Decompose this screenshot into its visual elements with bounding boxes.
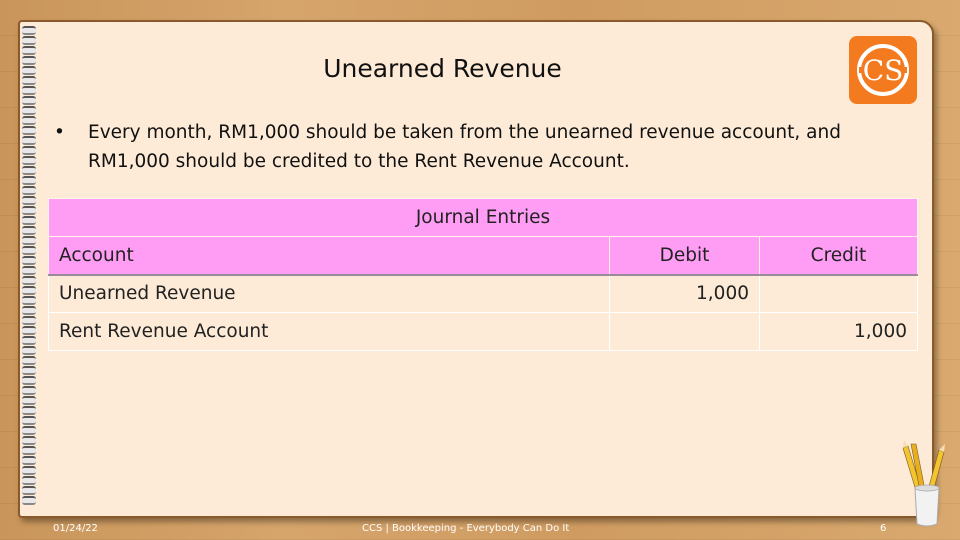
spiral-ring (22, 366, 36, 375)
spiral-ring (22, 186, 36, 195)
row-account: Rent Revenue Account (48, 312, 610, 351)
spiral-ring (22, 386, 36, 395)
spiral-ring (22, 466, 36, 475)
spiral-ring (22, 46, 36, 55)
spiral-ring (22, 316, 36, 325)
spiral-ring (22, 126, 36, 135)
table-row: Unearned Revenue 1,000 (48, 274, 918, 313)
spiral-ring (22, 336, 36, 345)
pencil-cup-icon (902, 440, 945, 527)
spiral-ring (22, 396, 36, 405)
col-header-credit: Credit (759, 236, 918, 276)
col-header-account: Account (48, 236, 610, 276)
spiral-ring (22, 266, 36, 275)
spiral-ring (22, 436, 36, 445)
spiral-ring (22, 356, 36, 365)
spiral-ring (22, 446, 36, 455)
row-credit: 1,000 (759, 312, 918, 351)
spiral-ring (22, 196, 36, 205)
spiral-ring (22, 176, 36, 185)
journal-entries-table: Journal Entries Account Debit Credit Une… (48, 198, 918, 351)
slide-title: Unearned Revenue (323, 54, 562, 83)
spiral-ring (22, 476, 36, 485)
spiral-ring (22, 26, 36, 35)
spiral-ring (22, 486, 36, 495)
spiral-ring (22, 86, 36, 95)
spiral-ring (22, 306, 36, 315)
row-account: Unearned Revenue (48, 274, 610, 313)
spiral-ring (22, 456, 36, 465)
spiral-ring (22, 156, 36, 165)
spiral-ring (22, 76, 36, 85)
ccs-logo-icon: CS (849, 36, 917, 104)
spiral-ring (22, 236, 36, 245)
footer-date: 01/24/22 (53, 523, 98, 534)
spiral-ring (22, 206, 36, 215)
spiral-ring (22, 376, 36, 385)
footer-page-number: 6 (880, 523, 887, 534)
spiral-ring (22, 406, 36, 415)
spiral-ring (22, 226, 36, 235)
footer-center-text: CCS | Bookkeeping - Everybody Can Do It (362, 523, 570, 534)
spiral-ring (22, 286, 36, 295)
spiral-ring (22, 116, 36, 125)
table-caption-row: Journal Entries (48, 198, 918, 237)
svg-text:CS: CS (863, 54, 904, 87)
spiral-ring (22, 66, 36, 75)
spiral-ring (22, 56, 36, 65)
table-row: Rent Revenue Account 1,000 (48, 312, 918, 351)
row-debit: 1,000 (609, 274, 760, 313)
spiral-ring (22, 256, 36, 265)
spiral-ring (22, 246, 36, 255)
row-credit (759, 274, 918, 313)
spiral-ring (22, 96, 36, 105)
col-header-debit: Debit (609, 236, 760, 276)
spiral-ring (22, 36, 36, 45)
spiral-ring (22, 106, 36, 115)
spiral-ring (22, 426, 36, 435)
spiral-ring (22, 416, 36, 425)
spiral-ring (22, 496, 36, 505)
spiral-ring (22, 346, 36, 355)
spiral-binding (18, 26, 42, 512)
table-header-row: Account Debit Credit (48, 236, 918, 276)
spiral-ring (22, 296, 36, 305)
table-caption: Journal Entries (48, 198, 918, 237)
spiral-ring (22, 326, 36, 335)
spiral-ring (22, 136, 36, 145)
spiral-ring (22, 216, 36, 225)
spiral-ring (22, 146, 36, 155)
spiral-ring (22, 276, 36, 285)
row-debit (609, 312, 760, 351)
bullet-dot: • (54, 122, 65, 143)
spiral-ring (22, 166, 36, 175)
bullet-text: Every month, RM1,000 should be taken fro… (88, 122, 841, 172)
bullet-point: • Every month, RM1,000 should be taken f… (54, 118, 894, 176)
